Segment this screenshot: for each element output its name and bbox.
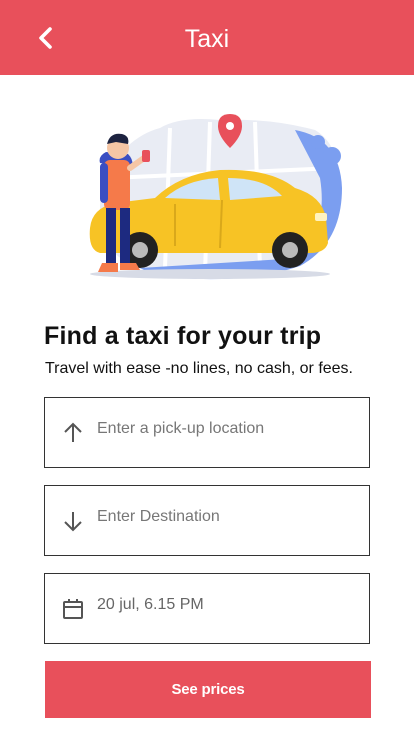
see-prices-button[interactable]: See prices bbox=[45, 661, 371, 718]
destination-field[interactable] bbox=[44, 485, 370, 556]
pickup-field[interactable] bbox=[44, 397, 370, 468]
chevron-left-icon bbox=[39, 27, 52, 49]
section-subheading: Travel with ease -no lines, no cash, or … bbox=[45, 360, 353, 377]
destination-input[interactable] bbox=[97, 501, 337, 532]
section-heading: Find a taxi for your trip bbox=[44, 322, 322, 350]
datetime-value: 20 jul, 6.15 PM bbox=[97, 595, 204, 613]
back-button[interactable] bbox=[28, 20, 64, 56]
arrow-down-icon bbox=[61, 509, 85, 533]
taxi-illustration bbox=[70, 108, 350, 286]
calendar-icon bbox=[61, 597, 85, 621]
app-header: Taxi bbox=[0, 0, 414, 75]
arrow-up-icon bbox=[61, 421, 85, 445]
pickup-input[interactable] bbox=[97, 413, 337, 444]
datetime-field[interactable]: 20 jul, 6.15 PM bbox=[44, 573, 370, 644]
